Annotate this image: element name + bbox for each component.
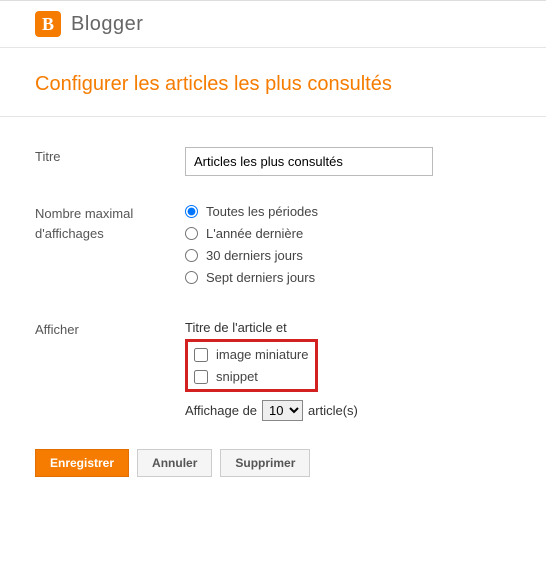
display-count-line: Affichage de 10 article(s) [185,400,511,421]
page-title: Configurer les articles les plus consult… [35,73,511,96]
articles-suffix: article(s) [308,403,358,418]
radio-30-days[interactable] [185,249,198,262]
delete-button[interactable]: Supprimer [220,449,310,477]
title-label: Titre [35,147,185,167]
radio-7-days-label: Sept derniers jours [206,270,315,285]
display-of-label: Affichage de [185,403,257,418]
button-row: Enregistrer Annuler Supprimer [35,449,511,477]
radio-7-days[interactable] [185,271,198,284]
radio-all-periods[interactable] [185,205,198,218]
max-display-label: Nombre maximal d'affichages [35,204,185,243]
radio-last-year-label: L'année dernière [206,226,303,241]
radio-30-days-label: 30 derniers jours [206,248,303,263]
form-area: Titre Nombre maximal d'affichages Toutes… [0,117,546,507]
checkbox-snippet[interactable] [194,370,208,384]
row-max-display: Nombre maximal d'affichages Toutes les p… [35,204,511,292]
radio-all-periods-label: Toutes les périodes [206,204,318,219]
article-count-select[interactable]: 10 [262,400,303,421]
top-bar: B Blogger [0,0,546,48]
cancel-button[interactable]: Annuler [137,449,212,477]
highlight-box: image miniature snippet [185,339,318,392]
title-section: Configurer les articles les plus consult… [0,48,546,117]
radio-last-year[interactable] [185,227,198,240]
post-title-and-label: Titre de l'article et [185,320,511,335]
logo-letter: B [42,14,54,35]
checkbox-thumbnail[interactable] [194,348,208,362]
save-button[interactable]: Enregistrer [35,449,129,477]
brand-name: Blogger [71,13,143,36]
blogger-logo-icon: B [35,11,61,37]
show-label: Afficher [35,320,185,340]
checkbox-thumbnail-label: image miniature [216,347,309,362]
row-show: Afficher Titre de l'article et image min… [35,320,511,421]
title-input[interactable] [185,147,433,176]
checkbox-snippet-label: snippet [216,369,258,384]
row-title: Titre [35,147,511,176]
